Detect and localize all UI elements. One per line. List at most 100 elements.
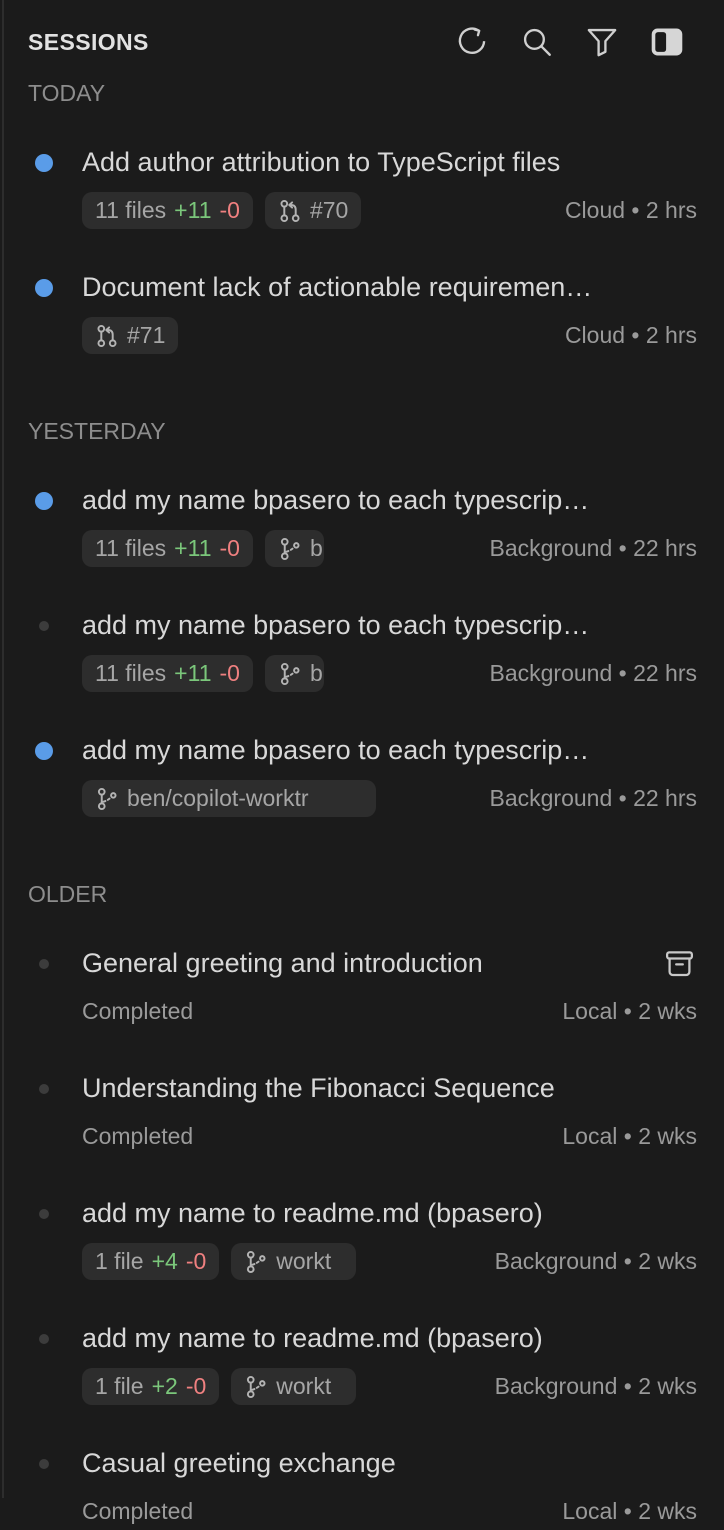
session-meta: Background • 22 hrs	[489, 785, 697, 812]
lines-removed: -0	[219, 535, 239, 562]
session-item[interactable]: Add author attribution to TypeScript fil…	[0, 146, 724, 229]
session-meta: Background • 22 hrs	[489, 660, 697, 687]
lines-removed: -0	[186, 1373, 206, 1400]
files-changed-badge: 11 files +11 -0	[82, 530, 253, 567]
session-item[interactable]: Document lack of actionable requiremen… …	[0, 271, 724, 354]
files-changed-badge: 11 files +11 -0	[82, 192, 253, 229]
lines-added: +11	[174, 197, 211, 224]
files-changed-badge: 11 files +11 -0	[82, 655, 253, 692]
session-title: add my name to readme.md (bpasero)	[82, 1197, 697, 1230]
session-title: Document lack of actionable requiremen…	[82, 271, 697, 304]
git-branch-icon	[244, 1250, 268, 1274]
session-title: Add author attribution to TypeScript fil…	[82, 146, 697, 179]
status-dot-idle	[39, 621, 49, 631]
branch-badge: workt	[231, 1243, 356, 1280]
session-title: add my name bpasero to each typescrip…	[82, 609, 697, 642]
session-meta: Local • 2 wks	[562, 1123, 697, 1150]
session-item[interactable]: add my name bpasero to each typescrip… 1…	[0, 609, 724, 692]
lines-added: +2	[152, 1373, 178, 1400]
status-dot-active	[35, 742, 53, 760]
branch-badge: b	[265, 530, 324, 567]
pr-number: #71	[127, 322, 165, 349]
lines-removed: -0	[219, 660, 239, 687]
status-dot-idle	[39, 1209, 49, 1219]
branch-name: ben/copilot-worktr	[127, 785, 309, 812]
pull-request-badge: #70	[265, 192, 361, 229]
status-dot-idle	[39, 1459, 49, 1469]
lines-removed: -0	[186, 1248, 206, 1275]
lines-added: +4	[152, 1248, 178, 1275]
status-dot-active	[35, 492, 53, 510]
session-status: Completed	[82, 998, 193, 1025]
lines-added: +11	[174, 660, 211, 687]
status-column	[28, 609, 82, 635]
branch-name: workt	[276, 1248, 331, 1275]
session-status: Completed	[82, 1498, 193, 1525]
panel-header: SESSIONS	[0, 0, 724, 64]
status-column	[28, 1322, 82, 1348]
session-title: Understanding the Fibonacci Sequence	[82, 1072, 697, 1105]
branch-badge: b	[265, 655, 324, 692]
git-pull-request-icon	[278, 199, 302, 223]
filter-icon	[585, 25, 619, 59]
branch-badge: ben/copilot-worktr	[82, 780, 376, 817]
status-column	[28, 734, 82, 760]
status-dot-idle	[39, 959, 49, 969]
status-column	[28, 1447, 82, 1473]
git-branch-icon	[278, 662, 302, 686]
archive-button[interactable]	[661, 946, 697, 982]
git-pull-request-icon	[95, 324, 119, 348]
status-dot-active	[35, 279, 53, 297]
header-actions	[453, 23, 686, 61]
git-branch-icon	[95, 787, 119, 811]
status-dot-idle	[39, 1334, 49, 1344]
branch-badge: workt	[231, 1368, 356, 1405]
session-item[interactable]: add my name bpasero to each typescrip… 1…	[0, 484, 724, 567]
sessions-panel: SESSIONS	[0, 0, 724, 1498]
branch-name: b	[310, 535, 323, 562]
archive-icon	[663, 947, 696, 980]
session-title: add my name bpasero to each typescrip…	[82, 484, 697, 517]
session-meta: Background • 2 wks	[495, 1373, 697, 1400]
search-button[interactable]	[518, 23, 556, 61]
session-meta: Background • 22 hrs	[489, 535, 697, 562]
refresh-icon	[455, 25, 489, 59]
git-branch-icon	[278, 537, 302, 561]
session-title: add my name bpasero to each typescrip…	[82, 734, 697, 767]
session-item[interactable]: add my name bpasero to each typescrip… b…	[0, 734, 724, 817]
branch-name: workt	[276, 1373, 331, 1400]
session-item[interactable]: Understanding the Fibonacci Sequence Com…	[0, 1072, 724, 1155]
session-title: Casual greeting exchange	[82, 1447, 697, 1480]
session-meta: Local • 2 wks	[562, 998, 697, 1025]
filter-button[interactable]	[583, 23, 621, 61]
session-item[interactable]: add my name to readme.md (bpasero) 1 fil…	[0, 1197, 724, 1280]
status-dot-active	[35, 154, 53, 172]
lines-added: +11	[174, 535, 211, 562]
pull-request-badge: #71	[82, 317, 178, 354]
status-column	[28, 146, 82, 172]
status-column	[28, 947, 82, 973]
session-meta: Background • 2 wks	[495, 1248, 697, 1275]
status-column	[28, 484, 82, 510]
refresh-button[interactable]	[453, 23, 491, 61]
session-title: add my name to readme.md (bpasero)	[82, 1322, 697, 1355]
status-column	[28, 1072, 82, 1098]
session-item[interactable]: Casual greeting exchange Completed Local…	[0, 1447, 724, 1530]
section-label-today: TODAY	[0, 80, 724, 106]
session-status: Completed	[82, 1123, 193, 1150]
page-title: SESSIONS	[28, 29, 149, 56]
session-meta: Cloud • 2 hrs	[565, 197, 697, 224]
session-meta: Local • 2 wks	[562, 1498, 697, 1525]
session-item[interactable]: General greeting and introduction Comple…	[0, 947, 724, 1030]
files-changed-badge: 1 file +4 -0	[82, 1243, 219, 1280]
session-meta: Cloud • 2 hrs	[565, 322, 697, 349]
status-column	[28, 271, 82, 297]
panel-toggle-button[interactable]	[648, 23, 686, 61]
section-label-yesterday: YESTERDAY	[0, 418, 724, 444]
status-dot-idle	[39, 1084, 49, 1094]
session-item[interactable]: add my name to readme.md (bpasero) 1 fil…	[0, 1322, 724, 1405]
status-column	[28, 1197, 82, 1223]
files-changed-badge: 1 file +2 -0	[82, 1368, 219, 1405]
branch-name: b	[310, 660, 323, 687]
lines-removed: -0	[219, 197, 239, 224]
